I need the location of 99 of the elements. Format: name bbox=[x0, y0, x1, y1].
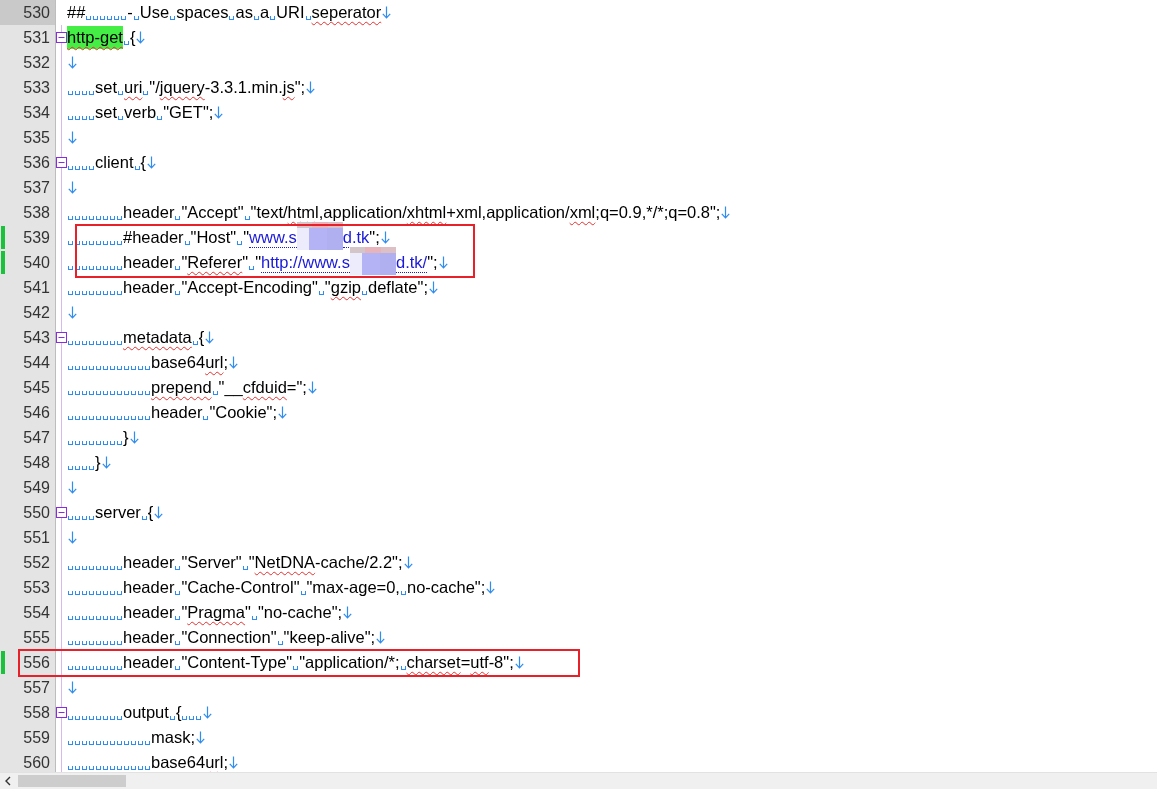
code-line: header "Cache-Control" "max-age=0, no-cache"; bbox=[67, 578, 486, 597]
collapse-icon[interactable] bbox=[56, 707, 67, 718]
line-number: 546 bbox=[23, 403, 51, 422]
line-number: 538 bbox=[23, 203, 51, 222]
line-end-icon bbox=[343, 606, 353, 619]
line-end-icon bbox=[203, 706, 213, 719]
code-line: mask; bbox=[67, 728, 195, 747]
line-number: 553 bbox=[23, 578, 51, 597]
code-line: prepend "__cfduid="; bbox=[67, 378, 307, 397]
redaction-mosaic bbox=[296, 222, 343, 250]
line-number: 531 bbox=[23, 28, 51, 47]
line-number: 559 bbox=[23, 728, 51, 747]
line-number: 548 bbox=[23, 453, 51, 472]
line-number: 547 bbox=[23, 428, 51, 447]
line-end-icon bbox=[68, 531, 77, 544]
code-line: header "Cookie"; bbox=[67, 403, 278, 422]
line-number: 543 bbox=[23, 328, 51, 347]
line-end-icon bbox=[307, 381, 317, 394]
line-end-icon bbox=[68, 481, 77, 494]
line-number: 539 bbox=[23, 228, 51, 247]
code-line: output { bbox=[67, 703, 203, 722]
line-end-icon bbox=[129, 431, 139, 444]
line-end-icon bbox=[101, 456, 111, 469]
code-line: set uri "/jquery-3.3.1.min.js"; bbox=[67, 78, 306, 97]
scroll-left-icon[interactable] bbox=[4, 776, 12, 786]
line-number: 535 bbox=[23, 128, 51, 147]
line-end-icon bbox=[214, 106, 224, 119]
line-end-icon bbox=[403, 556, 413, 569]
line-end-icon bbox=[229, 356, 239, 369]
line-end-icon bbox=[229, 756, 239, 769]
line-number: 545 bbox=[23, 378, 51, 397]
line-end-icon bbox=[196, 731, 205, 744]
code-line: header "Pragma" "no-cache"; bbox=[67, 603, 343, 622]
scrollbar-thumb[interactable] bbox=[18, 775, 126, 787]
line-number: 532 bbox=[23, 53, 51, 72]
code-line: set verb "GET"; bbox=[67, 103, 214, 122]
line-number: 558 bbox=[23, 703, 51, 722]
code-line: base64url; bbox=[67, 753, 229, 772]
line-end-icon bbox=[306, 81, 316, 94]
line-end-icon bbox=[376, 631, 386, 644]
line-end-icon bbox=[380, 231, 390, 244]
code-line: ## - Use spaces as a URI seperator bbox=[67, 3, 382, 22]
line-end-icon bbox=[147, 156, 157, 169]
line-end-icon bbox=[154, 506, 164, 519]
line-end-icon bbox=[486, 581, 496, 594]
code-line: metadata { bbox=[67, 328, 205, 347]
line-number: 555 bbox=[23, 628, 51, 647]
code-line: } bbox=[67, 428, 129, 447]
line-number: 560 bbox=[23, 753, 51, 772]
line-number: 537 bbox=[23, 178, 51, 197]
code-line: header "Connection" "keep-alive"; bbox=[67, 628, 376, 647]
line-end-icon bbox=[136, 31, 146, 44]
line-end-icon bbox=[68, 181, 77, 194]
url-link[interactable]: d.tk/ bbox=[395, 252, 428, 273]
line-end-icon bbox=[278, 406, 288, 419]
line-end-icon bbox=[68, 681, 77, 694]
line-end-icon bbox=[68, 306, 77, 319]
line-number: 540 bbox=[23, 253, 51, 272]
collapse-icon[interactable] bbox=[56, 332, 67, 343]
code-line: header "Referer" "http://www.s d.tk/"; bbox=[67, 250, 438, 275]
code-line: http-get { bbox=[67, 26, 136, 49]
code-line: server { bbox=[67, 503, 154, 522]
code-line: header "Server" "NetDNA-cache/2.2"; bbox=[67, 553, 403, 572]
line-number: 557 bbox=[23, 678, 51, 697]
line-number: 556 bbox=[23, 653, 51, 672]
code-line: header "Content-Type" "application/*; charset=utf-8"; bbox=[67, 653, 514, 672]
line-end-icon bbox=[205, 331, 215, 344]
line-number: 530 bbox=[23, 3, 51, 22]
line-number: 550 bbox=[23, 503, 51, 522]
line-number: 534 bbox=[23, 103, 51, 122]
url-link[interactable]: http://www.s bbox=[261, 252, 350, 273]
collapse-icon[interactable] bbox=[56, 157, 67, 168]
line-end-icon bbox=[721, 206, 731, 219]
horizontal-scrollbar[interactable] bbox=[0, 772, 1157, 789]
code-line: client { bbox=[67, 153, 147, 172]
line-number: 554 bbox=[23, 603, 51, 622]
line-end-icon bbox=[514, 656, 524, 669]
code-line: header "Accept" "text/html,application/xhtml+xml,application/xml;q=0.9,*/*;q=0.8"; bbox=[67, 203, 721, 222]
line-number: 551 bbox=[23, 528, 51, 547]
line-number: 552 bbox=[23, 553, 51, 572]
redaction-mosaic bbox=[349, 247, 396, 275]
line-number: 542 bbox=[23, 303, 51, 322]
line-number: 533 bbox=[23, 78, 51, 97]
line-end-icon bbox=[429, 281, 438, 294]
line-number: 544 bbox=[23, 353, 51, 372]
code-line: base64url; bbox=[67, 353, 229, 372]
line-end-icon bbox=[382, 6, 392, 19]
line-end-icon bbox=[68, 131, 77, 144]
line-number: 536 bbox=[23, 153, 51, 172]
collapse-icon[interactable] bbox=[56, 32, 67, 43]
line-end-icon bbox=[438, 256, 448, 269]
code-line: header "Accept-Encoding" "gzip deflate"; bbox=[67, 278, 428, 297]
line-end-icon bbox=[68, 56, 77, 69]
line-number: 541 bbox=[23, 278, 51, 297]
code-line: } bbox=[67, 453, 101, 472]
url-link[interactable]: www.s bbox=[249, 227, 297, 248]
line-number: 549 bbox=[23, 478, 51, 497]
collapse-icon[interactable] bbox=[56, 507, 67, 518]
code-line: #header "Host" "www.s d.tk"; bbox=[67, 225, 380, 250]
